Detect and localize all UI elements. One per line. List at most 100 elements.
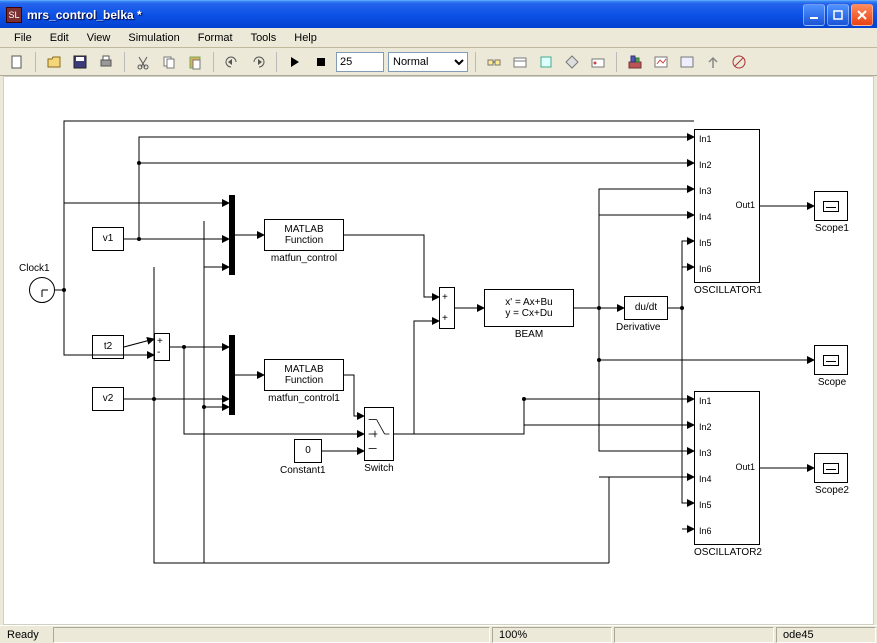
cut-icon[interactable] (132, 51, 154, 73)
osc2-in6: In6 (699, 526, 712, 536)
osc1-in5: In5 (699, 238, 712, 248)
block-scope1[interactable] (814, 191, 848, 221)
block-v2[interactable]: v2 (92, 387, 124, 411)
print-icon[interactable] (95, 51, 117, 73)
t2-text: t2 (104, 341, 112, 353)
osc1-in2: In2 (699, 160, 712, 170)
block-matlabfcn1[interactable]: MATLAB Function (264, 219, 344, 251)
sum2-plus2: + (442, 313, 448, 325)
mfun1-l2: Function (285, 235, 323, 247)
label-switch: Switch (361, 463, 397, 474)
status-solver: ode45 (776, 627, 876, 643)
close-button[interactable] (851, 4, 873, 26)
osc2-in3: In3 (699, 448, 712, 458)
titlebar: SL mrs_control_belka * (0, 0, 877, 28)
menu-file[interactable]: File (6, 30, 40, 46)
osc2-in2: In2 (699, 422, 712, 432)
block-matlabfcn2[interactable]: MATLAB Function (264, 359, 344, 391)
block-oscillator2[interactable]: In1 In2 In3 In4 In5 In6 Out1 (694, 391, 760, 545)
toolbar-icon-4[interactable] (561, 51, 583, 73)
app-icon: SL (6, 7, 22, 23)
osc2-out: Out1 (735, 462, 755, 472)
block-constant1[interactable]: 0 (294, 439, 322, 463)
undo-icon[interactable] (221, 51, 243, 73)
label-matlabfcn2: matfun_control1 (261, 393, 347, 404)
toolbar-icon-8[interactable] (676, 51, 698, 73)
osc2-in5: In5 (699, 500, 712, 510)
block-mux2[interactable] (229, 335, 235, 415)
toolbar-icon-5[interactable] (587, 51, 609, 73)
block-clock1[interactable] (29, 277, 55, 303)
mfun2-l1: MATLAB (284, 364, 323, 376)
block-oscillator1[interactable]: In1 In2 In3 In4 In5 In6 Out1 (694, 129, 760, 283)
mode-select[interactable]: Normal (388, 52, 468, 72)
block-t2[interactable]: t2 (92, 335, 124, 359)
osc1-in3: In3 (699, 186, 712, 196)
mfun1-l1: MATLAB (284, 224, 323, 236)
label-scope1: Scope1 (810, 223, 854, 234)
block-sum-beam[interactable]: + + (439, 287, 455, 329)
menu-simulation[interactable]: Simulation (120, 30, 187, 46)
save-icon[interactable] (69, 51, 91, 73)
beam-l2: y = Cx+Du (505, 308, 552, 320)
scope-icon (823, 463, 839, 474)
play-icon[interactable] (284, 51, 306, 73)
block-sum-t2[interactable]: + - (154, 333, 170, 361)
copy-icon[interactable] (158, 51, 180, 73)
paste-icon[interactable] (184, 51, 206, 73)
label-scope2: Scope2 (810, 485, 854, 496)
const1-val: 0 (305, 445, 311, 457)
label-scope: Scope (814, 377, 850, 388)
osc2-in4: In4 (699, 474, 712, 484)
toolbar-icon-9[interactable] (702, 51, 724, 73)
osc1-in4: In4 (699, 212, 712, 222)
toolbar-icon-3[interactable] (535, 51, 557, 73)
mfun2-l2: Function (285, 375, 323, 387)
osc1-in1: In1 (699, 134, 712, 144)
label-matlabfcn1: matfun_control (264, 253, 344, 264)
block-beam[interactable]: x' = Ax+Bu y = Cx+Du (484, 289, 574, 327)
label-constant1: Constant1 (280, 465, 326, 476)
toolbar-icon-1[interactable] (483, 51, 505, 73)
osc1-out: Out1 (735, 200, 755, 210)
block-derivative[interactable]: du/dt (624, 296, 668, 320)
block-switch[interactable] (364, 407, 394, 461)
osc1-in6: In6 (699, 264, 712, 274)
label-clock1: Clock1 (19, 263, 50, 274)
label-oscillator1: OSCILLATOR1 (690, 285, 766, 296)
label-derivative: Derivative (616, 322, 660, 333)
toolbar: Normal (0, 48, 877, 76)
v2-text: v2 (103, 393, 114, 405)
beam-l1: x' = Ax+Bu (505, 297, 553, 309)
menu-format[interactable]: Format (190, 30, 241, 46)
library-browser-icon[interactable] (624, 51, 646, 73)
minimize-button[interactable] (803, 4, 825, 26)
stop-icon[interactable] (310, 51, 332, 73)
diagram-canvas[interactable]: Clock1 v1 t2 v2 + - MATLAB Function matf… (3, 76, 874, 625)
switch-icon (367, 410, 391, 458)
sum-minus: - (157, 347, 160, 359)
toolbar-icon-7[interactable] (650, 51, 672, 73)
menu-edit[interactable]: Edit (42, 30, 77, 46)
menu-view[interactable]: View (79, 30, 119, 46)
toolbar-icon-2[interactable] (509, 51, 531, 73)
menu-help[interactable]: Help (286, 30, 325, 46)
osc2-in1: In1 (699, 396, 712, 406)
new-icon[interactable] (6, 51, 28, 73)
toolbar-icon-10[interactable] (728, 51, 750, 73)
window-title: mrs_control_belka * (27, 8, 803, 22)
status-zoom: 100% (492, 627, 612, 643)
menu-tools[interactable]: Tools (243, 30, 285, 46)
block-v1[interactable]: v1 (92, 227, 124, 251)
menubar: File Edit View Simulation Format Tools H… (0, 28, 877, 48)
stoptime-input[interactable] (336, 52, 384, 72)
block-mux1[interactable] (229, 195, 235, 275)
scope-icon (823, 355, 839, 366)
sum2-plus1: + (442, 292, 448, 304)
label-beam: BEAM (484, 329, 574, 340)
maximize-button[interactable] (827, 4, 849, 26)
open-icon[interactable] (43, 51, 65, 73)
block-scope2[interactable] (814, 453, 848, 483)
block-scope[interactable] (814, 345, 848, 375)
redo-icon[interactable] (247, 51, 269, 73)
